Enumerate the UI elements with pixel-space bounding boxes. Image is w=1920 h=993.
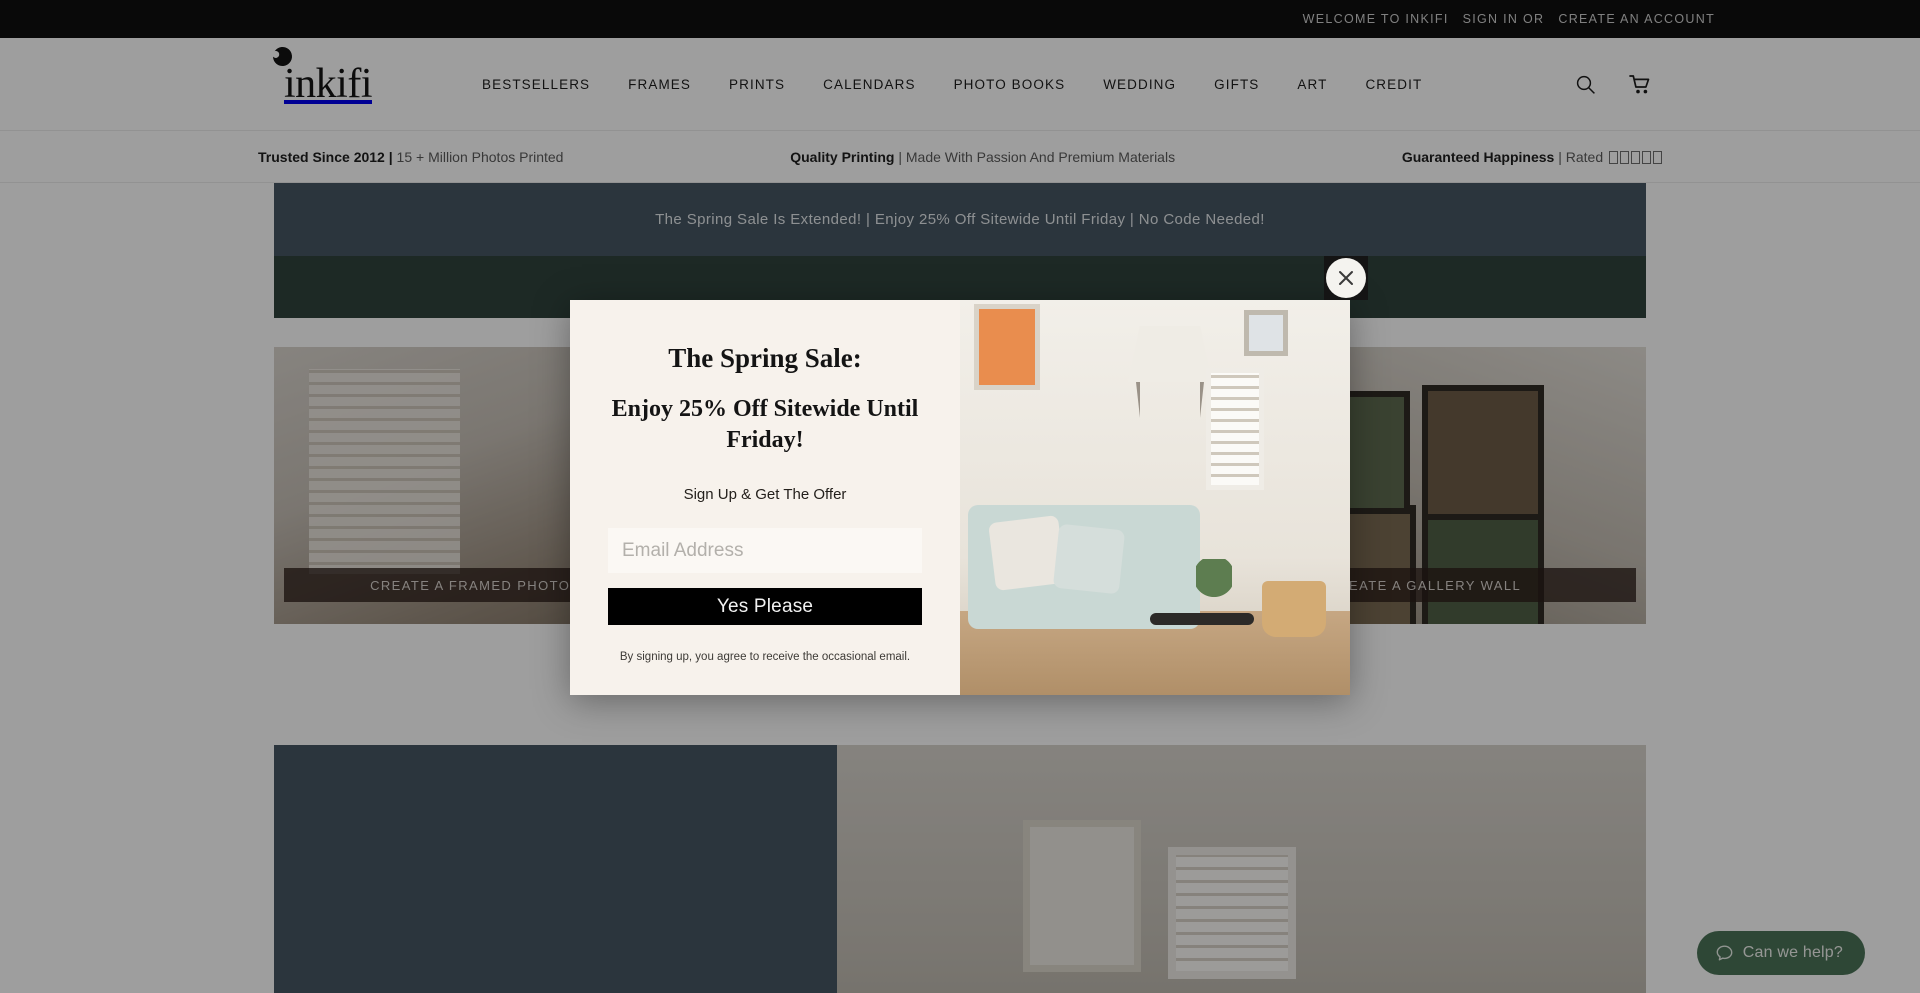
trust-item-guaranteed-happiness: Guaranteed Happiness | Rated bbox=[1402, 149, 1662, 165]
modal-subheading: Enjoy 25% Off Sitewide Until Friday! bbox=[611, 395, 919, 453]
trust-item-2-bold: Quality Printing bbox=[790, 148, 895, 165]
header-icon-group bbox=[1575, 74, 1652, 95]
decor-lamp-shade bbox=[1128, 326, 1212, 382]
logo-text: inkifi bbox=[284, 61, 373, 107]
modal-fine-print: By signing up, you agree to receive the … bbox=[619, 651, 911, 664]
trust-item-1-bold: Trusted Since 2012 | bbox=[258, 148, 393, 165]
trust-item-3-rest: | Rated bbox=[1554, 148, 1604, 165]
spring-sale-signup-modal: The Spring Sale: Enjoy 25% Off Sitewide … bbox=[570, 256, 1368, 695]
nav-item-photo-books[interactable]: PHOTO BOOKS bbox=[954, 77, 1066, 92]
decor-photo-grid-frame bbox=[1206, 368, 1264, 490]
chat-widget-button[interactable]: Can we help? bbox=[1696, 931, 1865, 975]
decor-basket bbox=[1262, 581, 1326, 637]
modal-heading: The Spring Sale: bbox=[668, 343, 862, 373]
trust-item-trusted-since: Trusted Since 2012 | 15 + Million Photos… bbox=[258, 149, 563, 165]
email-input[interactable] bbox=[608, 528, 922, 574]
nav-item-credit[interactable]: CREDIT bbox=[1365, 77, 1422, 92]
nav-item-frames[interactable]: FRAMES bbox=[628, 77, 691, 92]
trust-item-1-rest: 15 + Million Photos Printed bbox=[392, 148, 564, 165]
decor-plant bbox=[1196, 559, 1232, 617]
welcome-text: WELCOME TO INKIFI bbox=[1302, 12, 1449, 26]
chat-bubble-icon bbox=[1716, 945, 1733, 960]
rating-stars-icon bbox=[1607, 149, 1662, 165]
create-account-link[interactable]: CREATE AN ACCOUNT bbox=[1558, 12, 1715, 26]
lower-feature-banner[interactable] bbox=[274, 745, 1646, 993]
main-navigation: BESTSELLERS FRAMES PRINTS CALENDARS PHOT… bbox=[482, 77, 1422, 92]
nav-item-gifts[interactable]: GIFTS bbox=[1214, 77, 1259, 92]
search-icon[interactable] bbox=[1575, 74, 1596, 95]
nav-item-art[interactable]: ART bbox=[1297, 77, 1327, 92]
trust-bar: Trusted Since 2012 | 15 + Million Photos… bbox=[0, 130, 1920, 183]
chat-widget-label: Can we help? bbox=[1742, 944, 1843, 961]
close-icon[interactable] bbox=[1324, 256, 1368, 300]
submit-button[interactable]: Yes Please bbox=[608, 588, 922, 626]
nav-item-wedding[interactable]: WEDDING bbox=[1103, 77, 1176, 92]
modal-signup-prompt: Sign Up & Get The Offer bbox=[683, 486, 847, 504]
trust-item-2-rest: | Made With Passion And Premium Material… bbox=[894, 148, 1176, 165]
decor-frame-small bbox=[1244, 310, 1288, 356]
nav-item-calendars[interactable]: CALENDARS bbox=[823, 77, 915, 92]
nav-item-prints[interactable]: PRINTS bbox=[729, 77, 785, 92]
trust-item-3-bold: Guaranteed Happiness bbox=[1401, 148, 1555, 165]
modal-lifestyle-image bbox=[960, 300, 1350, 695]
decor-cushion-right bbox=[1052, 523, 1126, 595]
nav-item-bestsellers[interactable]: BESTSELLERS bbox=[482, 77, 590, 92]
trust-item-quality-printing: Quality Printing | Made With Passion And… bbox=[790, 149, 1175, 165]
decor-frame-orange bbox=[974, 304, 1040, 390]
promo-banner-primary[interactable]: The Spring Sale Is Extended! | Enjoy 25%… bbox=[274, 183, 1646, 256]
sign-in-link[interactable]: SIGN IN OR bbox=[1463, 12, 1545, 26]
site-header: inkifi BESTSELLERS FRAMES PRINTS CALENDA… bbox=[0, 38, 1920, 130]
promo-banner-text: The Spring Sale Is Extended! | Enjoy 25%… bbox=[655, 211, 1265, 228]
lower-banner-image bbox=[836, 745, 1646, 993]
site-logo[interactable]: inkifi bbox=[269, 43, 404, 107]
close-icon-circle bbox=[1326, 258, 1366, 298]
top-utility-bar: WELCOME TO INKIFI SIGN IN OR CREATE AN A… bbox=[0, 0, 1920, 38]
lower-banner-left-panel bbox=[274, 745, 837, 993]
shopping-cart-icon[interactable] bbox=[1629, 74, 1652, 95]
modal-form-panel: The Spring Sale: Enjoy 25% Off Sitewide … bbox=[570, 300, 960, 695]
